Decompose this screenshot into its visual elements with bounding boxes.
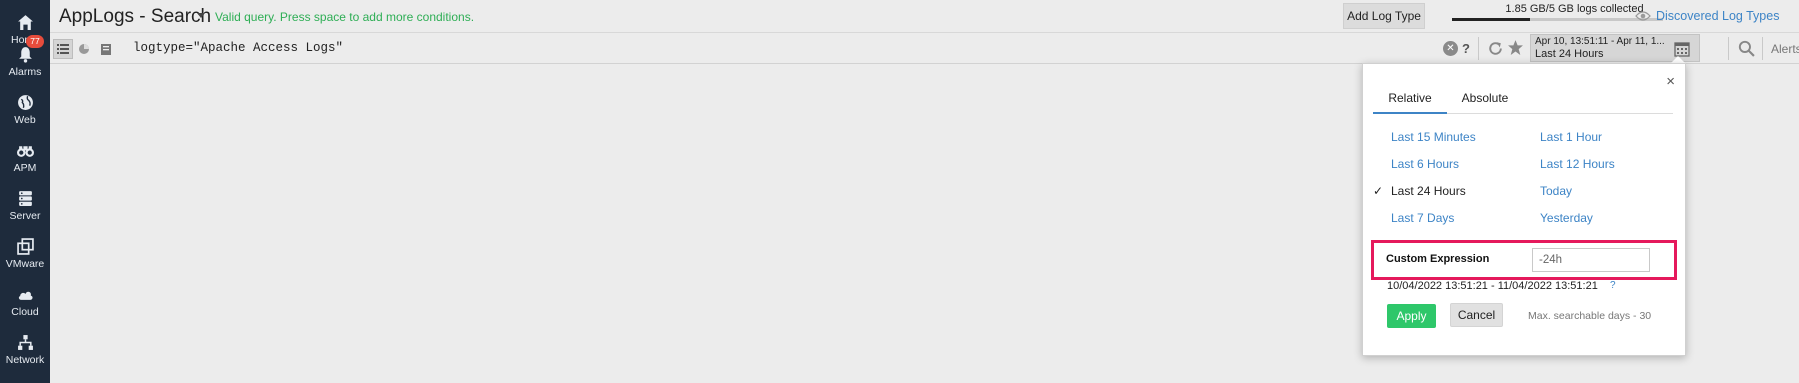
tab-relative[interactable]: Relative xyxy=(1373,90,1447,114)
sidebar-item-label: Cloud xyxy=(11,306,39,318)
sidebar-item-web[interactable]: Web xyxy=(0,80,50,126)
alerts-link[interactable]: Alerts xyxy=(1771,42,1799,56)
sidebar-item-label: APM xyxy=(13,162,37,174)
resolved-date-range: 10/04/2022 13:51:21 - 11/04/2022 13:51:2… xyxy=(1387,280,1598,292)
sidebar-item-server[interactable]: Server xyxy=(0,176,50,222)
apply-button[interactable]: Apply xyxy=(1387,304,1436,328)
refresh-icon[interactable] xyxy=(1487,40,1504,57)
sidebar-item-alarms[interactable]: 77 Alarms xyxy=(0,32,50,78)
alarm-count-badge: 77 xyxy=(26,35,44,48)
saved-search-button[interactable] xyxy=(96,39,116,59)
usage-bar xyxy=(1452,18,1663,21)
title-dropdown-caret-icon[interactable] xyxy=(197,13,205,18)
sidebar-item-label: Web xyxy=(14,114,36,126)
sidebar-item-label: VMware xyxy=(5,258,45,270)
globe-icon xyxy=(17,95,33,110)
custom-expression-input[interactable] xyxy=(1532,248,1650,272)
discovered-log-types-link[interactable]: Discovered Log Types xyxy=(1656,9,1779,23)
sidebar-item-apm[interactable]: APM xyxy=(0,128,50,174)
query-status-text: Valid query. Press space to add more con… xyxy=(215,10,475,24)
divider xyxy=(1728,37,1729,60)
time-range-text: Apr 10, 13:51:11 - Apr 11, 1... xyxy=(1535,36,1665,47)
bell-icon xyxy=(18,47,32,63)
custom-expression-label: Custom Expression xyxy=(1386,253,1490,265)
option-yesterday[interactable]: Yesterday xyxy=(1540,211,1593,225)
tab-absolute[interactable]: Absolute xyxy=(1447,90,1523,114)
option-today[interactable]: Today xyxy=(1540,184,1572,198)
time-range-popup: × Relative Absolute Last 15 Minutes Last… xyxy=(1362,63,1686,356)
option-last-15-minutes[interactable]: Last 15 Minutes xyxy=(1391,130,1476,144)
time-range-label: Last 24 Hours xyxy=(1535,48,1604,60)
option-last-1-hour[interactable]: Last 1 Hour xyxy=(1540,130,1602,144)
option-last-7-days[interactable]: Last 7 Days xyxy=(1391,211,1454,225)
option-last-24-hours[interactable]: Last 24 Hours xyxy=(1391,184,1466,198)
divider xyxy=(1478,37,1479,60)
cloud-icon xyxy=(18,291,33,300)
binoculars-icon xyxy=(16,146,34,157)
list-icon xyxy=(57,44,69,54)
sidebar-item-label: Alarms xyxy=(8,66,42,78)
close-icon[interactable]: × xyxy=(1666,74,1675,89)
query-bar: logtype="Apache Access Logs" ✕ ? Apr 10,… xyxy=(50,33,1799,64)
usage-bar-fill xyxy=(1452,18,1531,21)
sidebar-item-vmware[interactable]: VMware xyxy=(0,224,50,270)
document-icon xyxy=(101,43,111,55)
max-searchable-days-text: Max. searchable days - 30 xyxy=(1528,310,1652,322)
option-last-6-hours[interactable]: Last 6 Hours xyxy=(1391,157,1459,171)
star-icon[interactable] xyxy=(1507,39,1524,56)
add-log-type-button[interactable]: Add Log Type xyxy=(1343,3,1425,29)
sidebar-item-cloud[interactable]: Cloud xyxy=(0,272,50,318)
network-icon xyxy=(17,335,33,350)
checkmark-icon: ✓ xyxy=(1373,184,1384,198)
sidebar-item-label: Server xyxy=(9,210,41,222)
header: AppLogs - Search Valid query. Press spac… xyxy=(50,0,1799,33)
home-icon xyxy=(17,15,33,30)
search-icon[interactable] xyxy=(1738,40,1755,57)
custom-expression-box: Custom Expression xyxy=(1371,240,1677,280)
eye-icon[interactable] xyxy=(1635,9,1651,23)
list-view-button[interactable] xyxy=(53,39,73,59)
page-title[interactable]: AppLogs - Search xyxy=(59,6,211,28)
sidebar-item-network[interactable]: Network xyxy=(0,320,50,366)
query-input[interactable]: logtype="Apache Access Logs" xyxy=(130,37,1440,59)
sidebar-item-label: Network xyxy=(5,354,45,366)
date-help-icon[interactable]: ? xyxy=(1610,280,1616,291)
server-icon xyxy=(18,191,32,206)
pie-chart-icon xyxy=(79,44,89,54)
sidebar: Home 77 Alarms Web APM Server VMware Clo… xyxy=(0,0,50,383)
cancel-button[interactable]: Cancel xyxy=(1450,303,1503,327)
time-tabs: Relative Absolute xyxy=(1373,90,1673,114)
chart-view-button[interactable] xyxy=(74,39,94,59)
clear-query-icon[interactable]: ✕ xyxy=(1443,41,1458,56)
query-help-icon[interactable]: ? xyxy=(1462,41,1470,56)
calendar-icon xyxy=(1674,42,1690,57)
option-last-12-hours[interactable]: Last 12 Hours xyxy=(1540,157,1615,171)
vmware-icon xyxy=(16,238,34,255)
divider xyxy=(1762,37,1763,60)
